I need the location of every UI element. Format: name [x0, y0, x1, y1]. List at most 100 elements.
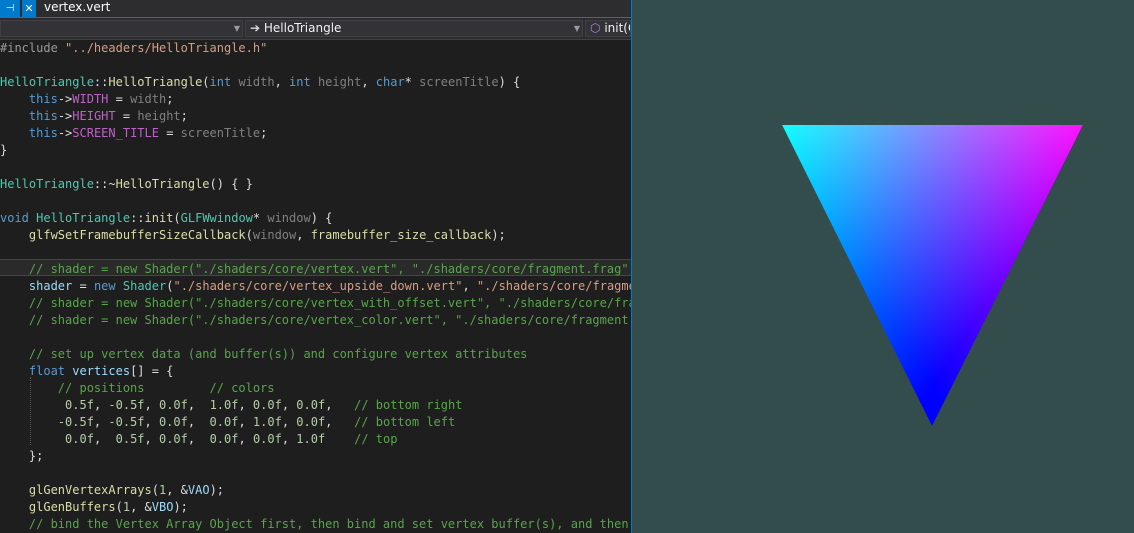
code-token: screenTitle: [180, 126, 261, 140]
code-token: =: [72, 279, 94, 293]
code-token: screenTitle: [419, 75, 499, 89]
code-token: ,: [238, 398, 253, 412]
code-token: ->: [57, 126, 73, 140]
code-line[interactable]: // set up vertex data (and buffer(s)) an…: [0, 346, 528, 363]
code-token: // positions // colors: [57, 381, 275, 395]
code-token: "./shaders/core/vertex_upside_down.vert": [173, 279, 463, 293]
code-line[interactable]: this->SCREEN_TITLE = screenTitle;: [0, 125, 267, 142]
code-token: ,: [281, 398, 297, 412]
code-token: this: [28, 126, 58, 140]
code-token: ::: [93, 75, 109, 89]
pin-icon[interactable]: ⊣: [0, 0, 20, 17]
code-token: -0.5f: [108, 398, 145, 412]
code-token: 1.0f: [209, 398, 239, 412]
code-token: ,: [238, 432, 253, 446]
code-token: );: [491, 228, 506, 242]
code-token: WIDTH: [72, 92, 109, 106]
code-token: window: [252, 228, 297, 242]
code-token: // set up vertex data (and buffer(s)) an…: [28, 347, 528, 361]
code-token: 0.0f: [296, 415, 326, 429]
code-token: 0.0f: [252, 398, 282, 412]
code-line[interactable]: HelloTriangle::~HelloTriangle() { }: [0, 176, 253, 193]
code-token: // shader = new Shader("./shaders/core/v…: [28, 313, 631, 327]
function-scope-dropdown[interactable]: ➔ HelloTriangle ▼: [245, 20, 583, 37]
code-token: ,: [281, 415, 297, 429]
code-token: -0.5f: [57, 415, 94, 429]
code-token: (: [245, 228, 253, 242]
code-line[interactable]: void HelloTriangle::init(GLFWwindow* win…: [0, 210, 332, 227]
code-token: *: [404, 75, 420, 89]
code-token: *: [252, 211, 268, 225]
code-token: }: [0, 143, 8, 157]
code-line[interactable]: -0.5f, -0.5f, 0.0f, 0.0f, 1.0f, 0.0f, //…: [0, 414, 455, 431]
code-line[interactable]: glGenBuffers(1, &VBO);: [0, 499, 188, 516]
code-token: Shader: [122, 279, 167, 293]
code-token: (: [202, 75, 210, 89]
member-scope-dropdown[interactable]: ⬡ init(G: [585, 20, 631, 37]
code-token: 0.0f: [209, 432, 239, 446]
code-token: ,: [93, 432, 116, 446]
code-token: };: [0, 449, 44, 463]
code-line[interactable]: glfwSetFramebufferSizeCallback(window, f…: [0, 227, 506, 244]
code-token: HelloTriangle: [0, 75, 94, 89]
code-token: GLFWwindow: [180, 211, 253, 225]
rendered-triangle: [782, 125, 1083, 426]
code-editor[interactable]: ⊣ ✕ vertex.vert ▼ ➔ HelloTriangle ▼ ⬡ in…: [0, 0, 631, 533]
code-token: int: [209, 75, 232, 89]
code-token: width: [130, 92, 167, 106]
method-icon: ⬡: [590, 21, 601, 35]
code-line[interactable]: float vertices[] = {: [0, 363, 174, 380]
code-line[interactable]: // bind the Vertex Array Object first, t…: [0, 516, 631, 533]
navigation-bar: ▼ ➔ HelloTriangle ▼ ⬡ init(G: [0, 18, 631, 40]
code-token: char: [375, 75, 405, 89]
code-line[interactable]: this->HEIGHT = height;: [0, 108, 188, 125]
code-token: HEIGHT: [72, 109, 116, 123]
code-token: glfwSetFramebufferSizeCallback: [28, 228, 246, 242]
code-line[interactable]: 0.0f, 0.5f, 0.0f, 0.0f, 0.0f, 1.0f // to…: [0, 431, 397, 448]
code-token: 0.5f: [65, 398, 94, 412]
code-token: init: [144, 211, 174, 225]
code-line[interactable]: HelloTriangle::HelloTriangle(int width, …: [0, 74, 520, 91]
code-line[interactable]: 0.5f, -0.5f, 0.0f, 1.0f, 0.0f, 0.0f, // …: [0, 397, 462, 414]
close-icon[interactable]: ✕: [22, 0, 36, 17]
code-token: // bottom right: [354, 398, 463, 412]
code-token: , &: [166, 483, 188, 497]
code-line[interactable]: glGenVertexArrays(1, &VAO);: [0, 482, 224, 499]
code-line[interactable]: };: [0, 448, 43, 465]
class-scope-dropdown[interactable]: ▼: [0, 20, 243, 37]
code-line[interactable]: // positions // colors: [0, 380, 275, 397]
code-token: (: [115, 500, 123, 514]
code-token: 1: [122, 500, 131, 514]
code-token: ,: [238, 415, 253, 429]
code-line[interactable]: this->WIDTH = width;: [0, 91, 174, 108]
code-line[interactable]: shader = new Shader("./shaders/core/vert…: [0, 278, 631, 295]
code-line[interactable]: // shader = new Shader("./shaders/core/v…: [0, 312, 631, 329]
function-scope-value: HelloTriangle: [263, 21, 342, 35]
code-line[interactable]: #include "../headers/HelloTriangle.h": [0, 40, 267, 57]
code-token: vertices: [72, 364, 131, 378]
code-token: ;: [260, 126, 268, 140]
member-scope-value: init(G: [604, 21, 630, 35]
tab-vertex-vert[interactable]: ⊣ ✕ vertex.vert: [0, 0, 110, 17]
code-token: ,: [274, 75, 290, 89]
code-token: 0.0f: [252, 432, 282, 446]
chevron-down-icon: ▼: [233, 24, 240, 33]
code-token: =: [108, 92, 131, 106]
code-line[interactable]: }: [0, 142, 7, 159]
code-line[interactable]: // shader = new Shader("./shaders/core/v…: [0, 261, 631, 278]
code-token: HelloTriangle: [0, 177, 94, 191]
code-token: HelloTriangle: [115, 177, 210, 191]
code-token: // bottom left: [354, 415, 456, 429]
code-token: 1.0f: [252, 415, 282, 429]
code-line[interactable]: // shader = new Shader("./shaders/core/v…: [0, 295, 631, 312]
